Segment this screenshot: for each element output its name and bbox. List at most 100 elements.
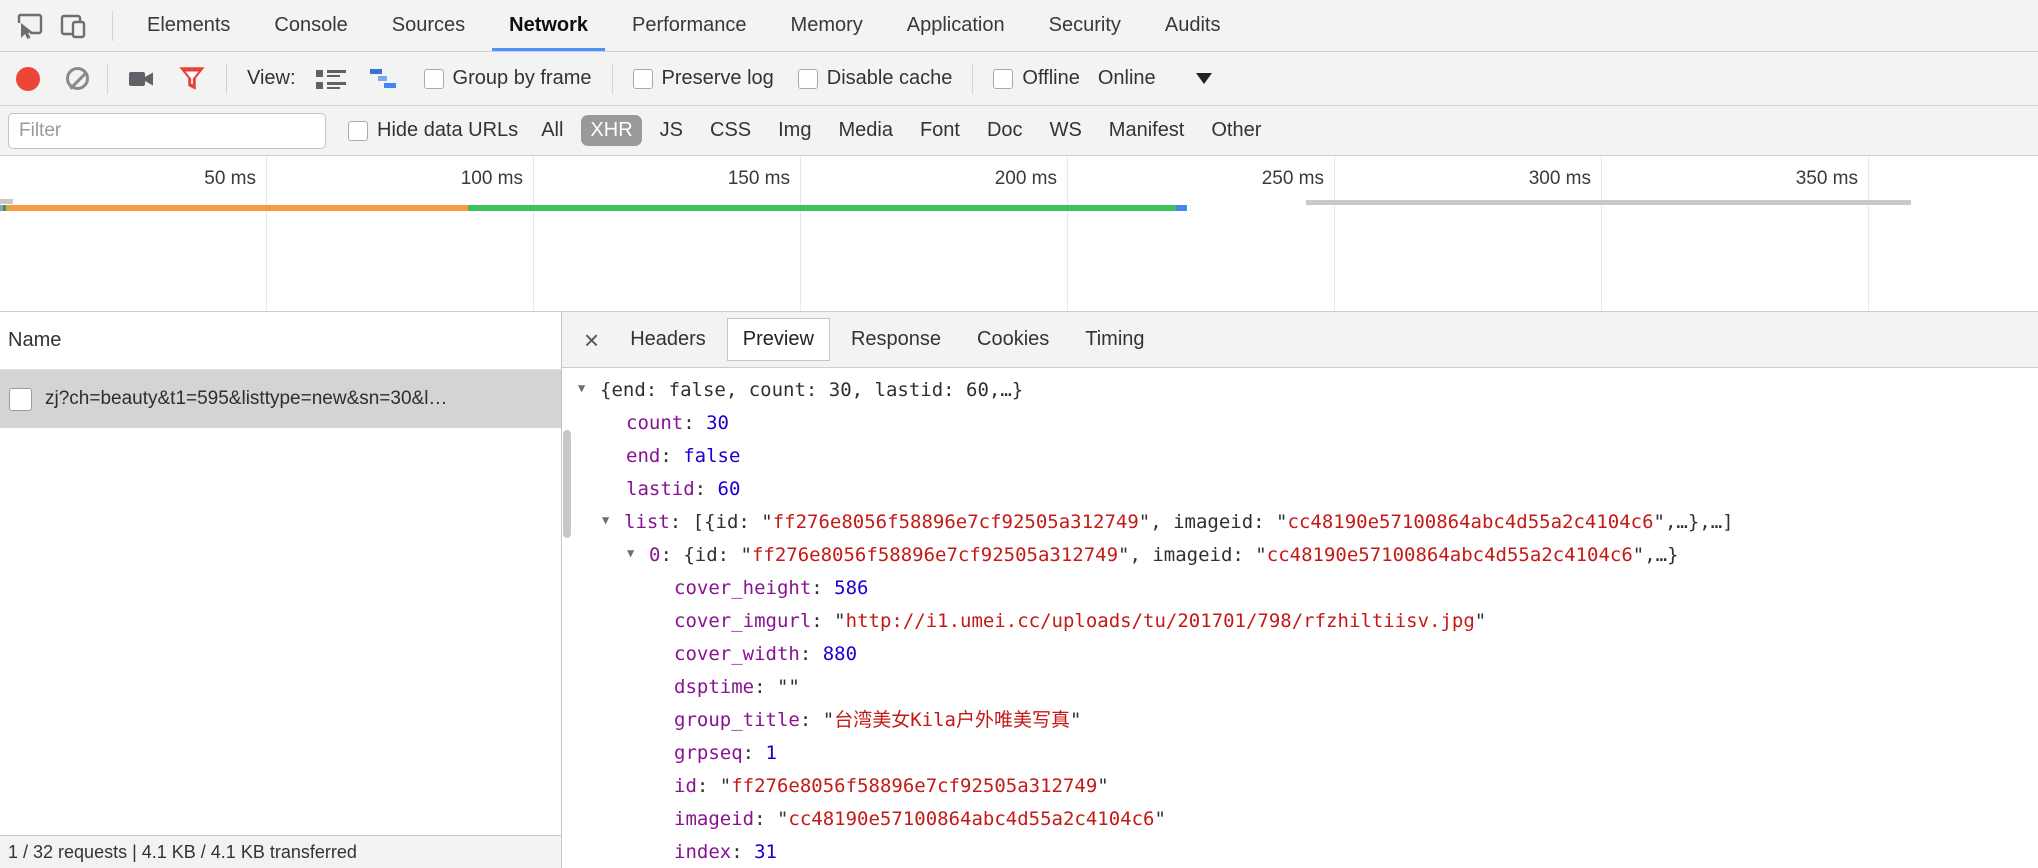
tab-response[interactable]: Response xyxy=(836,319,956,360)
waterfall-waiting-segment xyxy=(468,205,1176,211)
filter-bar: Hide data URLs All XHR JS CSS Img Media … xyxy=(0,106,2038,156)
view-label: View: xyxy=(247,67,296,90)
network-toolbar: View: Group by frame Preserve log Disabl… xyxy=(0,52,2038,106)
filter-manifest[interactable]: Manifest xyxy=(1100,115,1194,146)
scrollbar-thumb[interactable] xyxy=(563,430,571,538)
tab-network[interactable]: Network xyxy=(487,0,610,51)
json-property[interactable]: cover_height: 586 xyxy=(562,572,2038,605)
tab-cookies[interactable]: Cookies xyxy=(962,319,1064,360)
inspect-element-button[interactable] xyxy=(12,9,46,43)
filter-media[interactable]: Media xyxy=(829,115,901,146)
json-property[interactable]: id: "ff276e8056f58896e7cf92505a312749" xyxy=(562,770,2038,803)
group-by-frame-checkbox[interactable] xyxy=(424,69,444,89)
json-property[interactable]: index: 31 xyxy=(562,836,2038,868)
details-tab-strip: × Headers Preview Response Cookies Timin… xyxy=(562,312,2038,368)
show-overview-icon[interactable] xyxy=(370,67,400,91)
filter-js[interactable]: JS xyxy=(651,115,692,146)
divider xyxy=(107,64,108,94)
hide-data-urls-checkbox[interactable] xyxy=(348,121,368,141)
json-property[interactable]: count: 30 xyxy=(562,407,2038,440)
toggle-device-toolbar-button[interactable] xyxy=(56,9,90,43)
gridline xyxy=(1067,156,1068,311)
expand-arrow-icon[interactable]: ▼ xyxy=(578,372,600,405)
use-large-request-rows-icon[interactable] xyxy=(316,67,346,91)
hide-data-urls-toggle[interactable]: Hide data URLs xyxy=(348,119,518,142)
json-property[interactable]: group_title: "台湾美女Kila户外唯美写真" xyxy=(562,704,2038,737)
offline-toggle[interactable]: Offline xyxy=(993,67,1079,90)
tab-audits[interactable]: Audits xyxy=(1143,0,1243,51)
overview-request-bar-gray-left xyxy=(0,199,13,204)
filter-font[interactable]: Font xyxy=(911,115,969,146)
filter-input[interactable] xyxy=(8,113,326,149)
tab-security[interactable]: Security xyxy=(1027,0,1143,51)
tick-label: 250 ms xyxy=(1174,168,1324,190)
filter-xhr[interactable]: XHR xyxy=(581,115,641,146)
tick-label: 350 ms xyxy=(1708,168,1858,190)
panel-tabs: Elements Console Sources Network Perform… xyxy=(125,0,1242,51)
overview-request-bar-gray-right xyxy=(1306,200,1911,205)
group-by-frame-toggle[interactable]: Group by frame xyxy=(424,67,592,90)
filter-css[interactable]: CSS xyxy=(701,115,760,146)
json-property[interactable]: dsptime: "" xyxy=(562,671,2038,704)
tab-sources[interactable]: Sources xyxy=(370,0,487,51)
inspect-cursor-icon xyxy=(14,11,44,41)
filter-ws[interactable]: WS xyxy=(1041,115,1091,146)
json-property[interactable]: imageid: "cc48190e57100864abc4d55a2c4104… xyxy=(562,803,2038,836)
tab-timing[interactable]: Timing xyxy=(1070,319,1159,360)
json-property[interactable]: lastid: 60 xyxy=(562,473,2038,506)
network-summary-bar: 1 / 32 requests | 4.1 KB / 4.1 KB transf… xyxy=(0,835,561,868)
preserve-log-checkbox[interactable] xyxy=(633,69,653,89)
expand-arrow-icon[interactable]: ▼ xyxy=(627,537,649,570)
tab-performance[interactable]: Performance xyxy=(610,0,769,51)
tick-label: 50 ms xyxy=(106,168,256,190)
filter-funnel-icon[interactable] xyxy=(178,65,206,92)
devtools-window: Elements Console Sources Network Perform… xyxy=(0,0,2038,868)
network-overview[interactable]: 50 ms 100 ms 150 ms 200 ms 250 ms 300 ms… xyxy=(0,156,2038,312)
filter-other[interactable]: Other xyxy=(1202,115,1270,146)
disable-cache-toggle[interactable]: Disable cache xyxy=(798,67,953,90)
filter-doc[interactable]: Doc xyxy=(978,115,1032,146)
tick-label: 200 ms xyxy=(907,168,1057,190)
json-property[interactable]: cover_imgurl: "http://i1.umei.cc/uploads… xyxy=(562,605,2038,638)
gridline xyxy=(800,156,801,311)
json-preview-tree: ▼{end: false, count: 30, lastid: 60,…} c… xyxy=(562,368,2038,868)
gridline xyxy=(1868,156,1869,311)
disable-cache-checkbox[interactable] xyxy=(798,69,818,89)
offline-checkbox[interactable] xyxy=(993,69,1013,89)
tab-headers[interactable]: Headers xyxy=(615,319,721,360)
request-details-panel: × Headers Preview Response Cookies Timin… xyxy=(562,312,2038,868)
gridline xyxy=(1601,156,1602,311)
json-property[interactable]: grpseq: 1 xyxy=(562,737,2038,770)
chevron-down-icon[interactable] xyxy=(1196,73,1212,84)
tick-label: 100 ms xyxy=(373,168,523,190)
network-throttling-select[interactable]: Online xyxy=(1098,67,1156,90)
preserve-log-toggle[interactable]: Preserve log xyxy=(633,67,774,90)
device-toolbar-icon xyxy=(58,11,88,41)
json-property[interactable]: cover_width: 880 xyxy=(562,638,2038,671)
json-property[interactable]: end: false xyxy=(562,440,2038,473)
record-network-log-button[interactable] xyxy=(16,67,40,91)
active-tab-underline xyxy=(492,48,605,51)
tab-application[interactable]: Application xyxy=(885,0,1027,51)
divider xyxy=(612,64,613,94)
clear-network-log-button[interactable] xyxy=(66,67,89,90)
request-row-checkbox[interactable] xyxy=(9,388,32,411)
expand-arrow-icon[interactable]: ▼ xyxy=(602,504,624,537)
gridline xyxy=(266,156,267,311)
tab-preview[interactable]: Preview xyxy=(727,318,830,361)
filter-all[interactable]: All xyxy=(532,115,572,146)
tab-memory[interactable]: Memory xyxy=(769,0,885,51)
tab-console[interactable]: Console xyxy=(252,0,369,51)
request-row[interactable]: zj?ch=beauty&t1=595&listtype=new&sn=30&l… xyxy=(0,370,561,428)
divider xyxy=(972,64,973,94)
request-name: zj?ch=beauty&t1=595&listtype=new&sn=30&l… xyxy=(45,388,453,410)
json-root-node[interactable]: ▼{end: false, count: 30, lastid: 60,…} xyxy=(562,374,2038,407)
gridline xyxy=(1334,156,1335,311)
close-icon[interactable]: × xyxy=(574,327,609,353)
filter-img[interactable]: Img xyxy=(769,115,820,146)
json-list-node[interactable]: ▼list: [{id: "ff276e8056f58896e7cf92505a… xyxy=(562,506,2038,539)
json-item-node[interactable]: ▼0: {id: "ff276e8056f58896e7cf92505a3127… xyxy=(562,539,2038,572)
tab-elements[interactable]: Elements xyxy=(125,0,252,51)
capture-screenshots-icon[interactable] xyxy=(126,66,156,92)
name-column-header[interactable]: Name xyxy=(0,312,561,370)
